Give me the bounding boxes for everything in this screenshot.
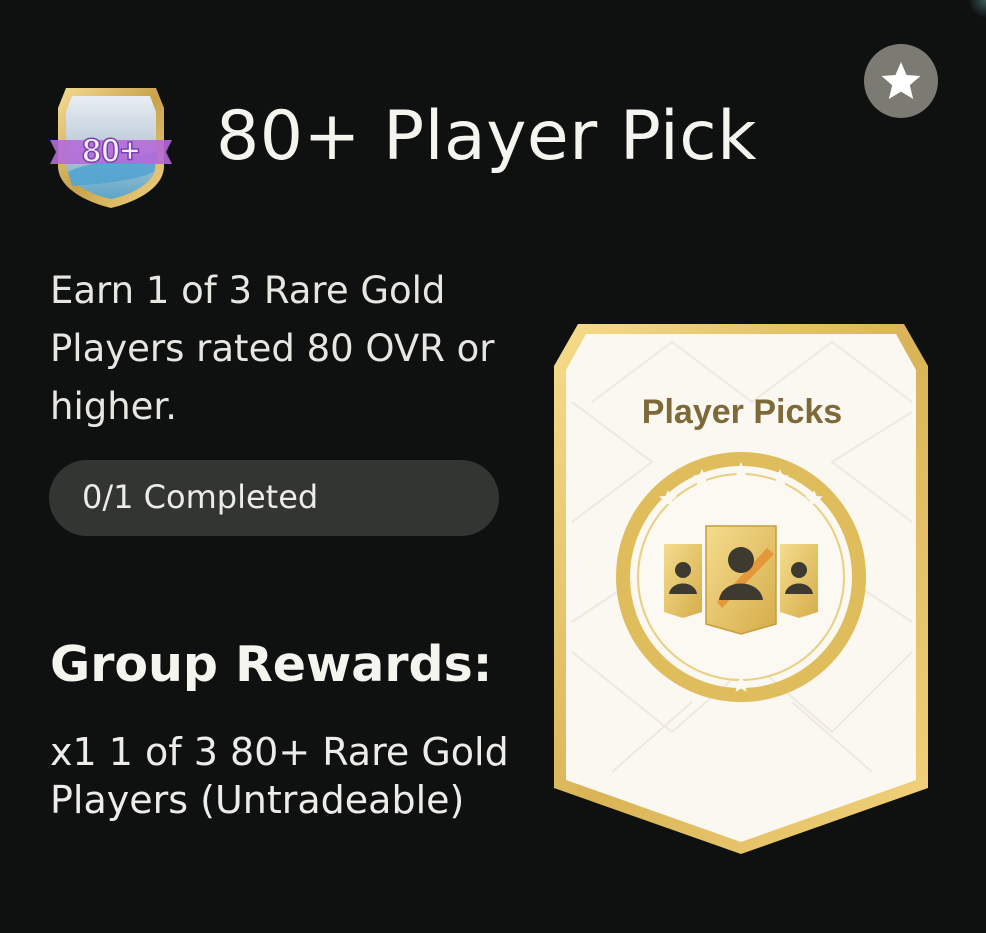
- objective-description: Earn 1 of 3 Rare Gold Players rated 80 O…: [50, 269, 495, 428]
- rewards-heading: Group Rewards:: [50, 636, 493, 693]
- badge-text: 80+: [82, 132, 140, 170]
- favorite-button[interactable]: [864, 44, 938, 118]
- objective-badge-icon: 80+: [46, 80, 176, 212]
- page-title: 80+ Player Pick: [216, 97, 758, 176]
- pack-label: Player Picks: [641, 393, 843, 431]
- progress-label: 0/1 Completed: [82, 478, 319, 516]
- corner-accent: [968, 0, 986, 18]
- rewards-description: x1 1 of 3 80+ Rare Gold Players (Untrade…: [50, 730, 509, 822]
- star-icon: [881, 62, 921, 99]
